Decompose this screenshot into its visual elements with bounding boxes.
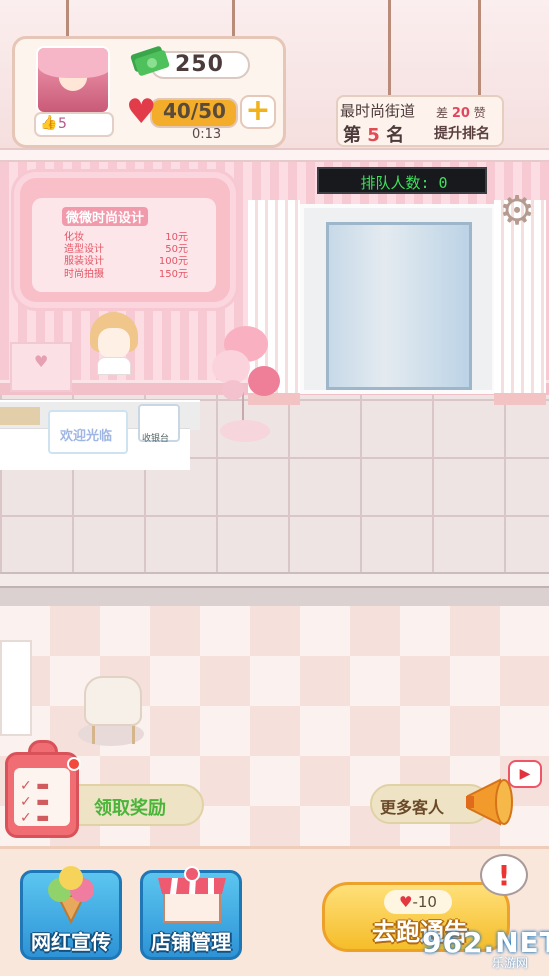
run-gig-cost: ♥-10 [384, 890, 452, 914]
ceiling-rope [388, 0, 391, 96]
checklist-icon: ✓ ▬ ✓ ▬ ✓ ▬ [20, 778, 50, 826]
balloon-base [220, 420, 270, 442]
counter-wood-strip [0, 407, 40, 425]
receptionist-body [97, 357, 131, 375]
ice-cream-icon [48, 866, 94, 924]
alert-bubble: ! [480, 854, 528, 896]
shop-manage-label: 店铺管理 [151, 930, 231, 954]
watermark: 962.NET [422, 926, 549, 959]
receptionist-face [98, 328, 130, 358]
money-amount: 250 [175, 52, 224, 77]
salon-chair[interactable] [84, 676, 142, 726]
wall-cornice [0, 148, 549, 162]
mirror [0, 640, 32, 736]
price-board-title: 微微时尚设计 [62, 207, 149, 226]
player-level: 5 [58, 116, 67, 132]
floor-step [0, 572, 549, 586]
queue-count-label: 排队人数: 0 [360, 174, 448, 192]
add-stamina-button[interactable]: + [240, 95, 276, 129]
heart-icon: ♥ [126, 92, 157, 132]
balloon [212, 350, 250, 384]
floor-step [0, 586, 549, 606]
cashier-sign-text: 收银台 [142, 434, 170, 444]
claim-reward-label: 领取奖励 [94, 798, 166, 819]
rank-suffix: 名 [386, 125, 405, 146]
gap-prefix: 差 [436, 106, 449, 120]
influencer-promo-label: 网红宣传 [31, 930, 111, 954]
more-customers-label: 更多客人 [380, 798, 445, 817]
price-row: 时尚拍摄 150元 [64, 265, 188, 280]
ceiling-rope [66, 0, 69, 36]
shop-awning-icon [158, 866, 226, 923]
ceiling-rope [478, 0, 481, 96]
ranking-gap: 差 20 赞 [436, 104, 486, 121]
heart-decoration-icon: ♥ [34, 352, 49, 371]
watermark-sub: 乐游网 [492, 956, 529, 970]
gear-icon[interactable]: ⚙ [496, 190, 538, 232]
thumbs-up-icon: 👍 [40, 115, 58, 131]
rank-prefix: 第 [343, 125, 361, 146]
video-icon[interactable]: ▶ [508, 760, 542, 788]
gap-unit: 赞 [473, 106, 486, 120]
stamina-timer: 0:13 [192, 127, 222, 142]
player-level-badge: 👍 5 [34, 112, 114, 137]
door-glass [326, 222, 472, 390]
price-value: 150元 [158, 269, 188, 280]
gap-value: 20 [451, 106, 470, 121]
balloon [222, 380, 244, 400]
welcome-stand-text: 欢迎光临 [60, 429, 113, 444]
heart-icon: ♥ [399, 893, 413, 911]
rank-number: 5 [367, 125, 380, 146]
queue-display: 排队人数: 0 [317, 167, 487, 194]
avatar-hair [38, 48, 108, 78]
balloon [248, 366, 280, 396]
notification-dot [67, 757, 81, 771]
price-item: 时尚拍摄 [64, 269, 104, 280]
ranking-position: 第 5 名 [343, 121, 404, 147]
ranking-title: 最时尚街道 [340, 102, 416, 120]
stamina-value: 40/50 [163, 99, 226, 123]
promote-rank-button[interactable]: 提升排名 [434, 123, 490, 143]
run-gig-cost-value: -10 [412, 893, 437, 911]
ceiling-rope [232, 0, 235, 36]
money-stack-icon [130, 46, 170, 76]
player-avatar[interactable] [36, 46, 110, 114]
